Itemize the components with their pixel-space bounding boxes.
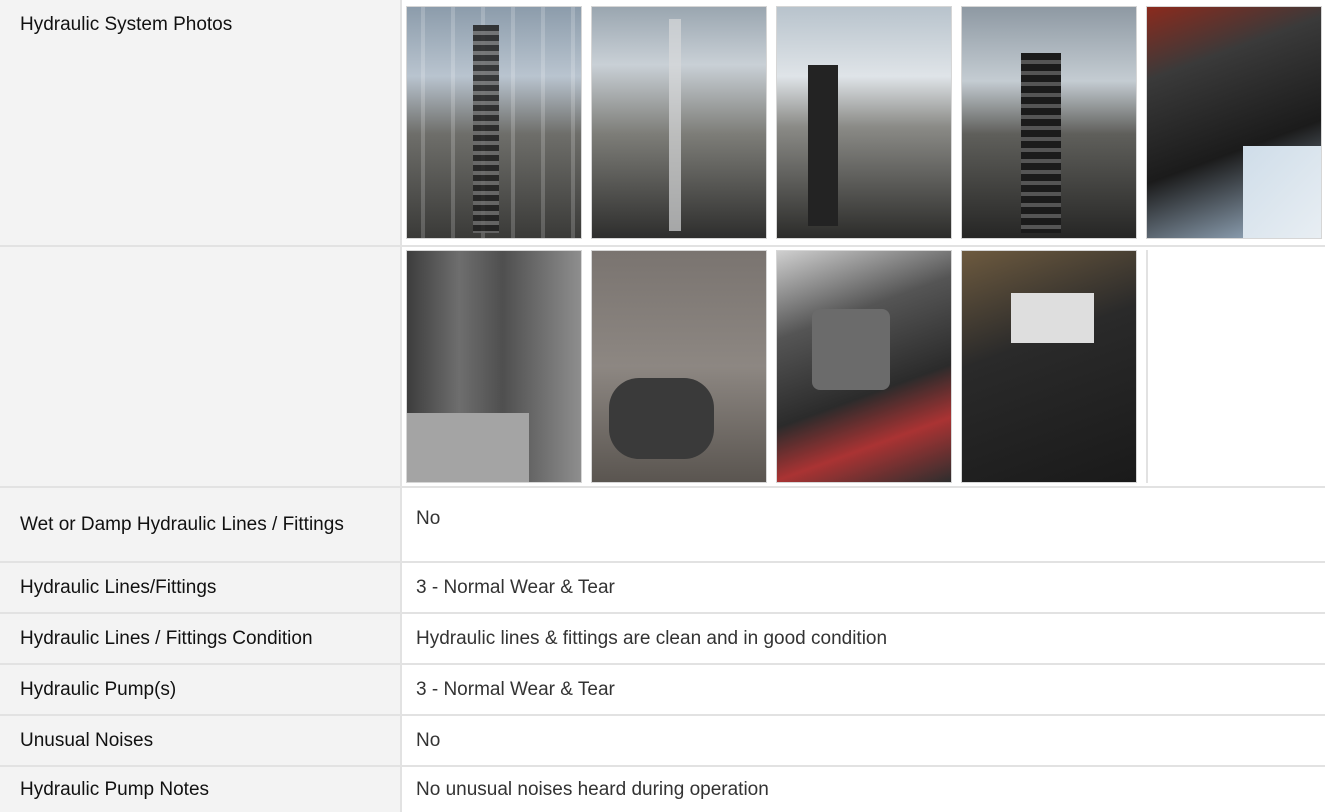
row-label: Hydraulic Lines / Fittings Condition: [0, 614, 402, 663]
photo-thumbnail[interactable]: [961, 6, 1137, 239]
photo-empty-slot: [1146, 250, 1325, 483]
inspection-table: Hydraulic System Photos Wet or Damp Hydr…: [0, 0, 1325, 812]
table-row: Wet or Damp Hydraulic Lines / Fittings N…: [0, 488, 1325, 563]
row-value: No unusual noises heard during operation: [416, 778, 769, 800]
row-value: No: [416, 508, 441, 529]
row-value: 3 - Normal Wear & Tear: [416, 576, 615, 598]
photo-strip-1: [402, 0, 1325, 245]
table-row: Hydraulic Lines / Fittings Condition Hyd…: [0, 614, 1325, 665]
photos-row-2: [0, 247, 1325, 488]
table-row: Unusual Noises No: [0, 716, 1325, 767]
row-label: Wet or Damp Hydraulic Lines / Fittings: [0, 488, 402, 561]
table-row: Hydraulic Pump Notes No unusual noises h…: [0, 767, 1325, 812]
photo-thumbnail[interactable]: [591, 250, 767, 483]
photo-thumbnail[interactable]: [776, 250, 952, 483]
row-label: Hydraulic System Photos: [0, 0, 402, 245]
row-label: Hydraulic Pump Notes: [0, 767, 402, 812]
photo-thumbnail[interactable]: [961, 250, 1137, 483]
photo-thumbnail[interactable]: [406, 250, 582, 483]
photo-thumbnail[interactable]: [591, 6, 767, 239]
row-value: Hydraulic lines & fittings are clean and…: [416, 627, 888, 649]
row-label-empty: [0, 247, 402, 486]
row-label: Unusual Noises: [0, 716, 402, 765]
row-label: Hydraulic Lines/Fittings: [0, 563, 402, 612]
photo-thumbnail[interactable]: [1146, 6, 1322, 239]
photos-row-1: Hydraulic System Photos: [0, 0, 1325, 247]
photo-thumbnail[interactable]: [776, 6, 952, 239]
row-label: Hydraulic Pump(s): [0, 665, 402, 714]
photo-strip-2: [402, 247, 1325, 486]
row-value: No: [416, 729, 441, 751]
table-row: Hydraulic Pump(s) 3 - Normal Wear & Tear: [0, 665, 1325, 716]
row-value: 3 - Normal Wear & Tear: [416, 678, 615, 700]
table-row: Hydraulic Lines/Fittings 3 - Normal Wear…: [0, 563, 1325, 614]
photo-thumbnail[interactable]: [406, 6, 582, 239]
